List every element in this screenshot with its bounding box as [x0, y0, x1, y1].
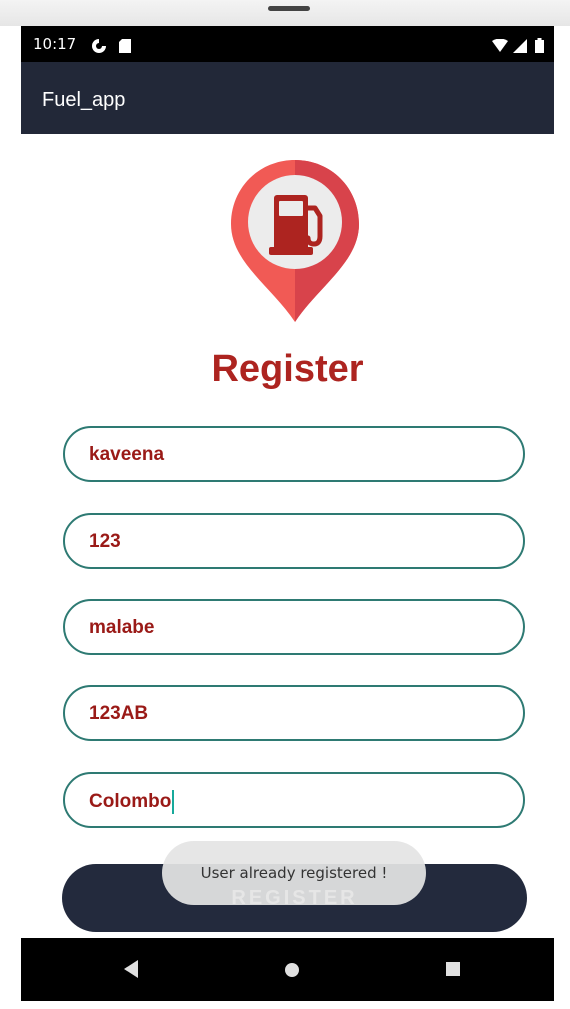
location-value: malabe — [89, 617, 155, 638]
app-bar: Fuel_app — [21, 62, 554, 134]
phone-screen: 10:17 Fuel_app Register kaveena 123 mala… — [21, 26, 554, 1001]
password-value: 123 — [89, 531, 121, 552]
status-right-icons — [492, 36, 544, 54]
city-field[interactable]: Colombo — [63, 772, 525, 828]
toast-message: User already registered ! — [162, 841, 426, 905]
location-field[interactable]: malabe — [63, 599, 525, 655]
status-time: 10:17 — [33, 35, 77, 53]
city-value: Colombo — [89, 790, 175, 814]
battery-icon — [535, 38, 544, 53]
device-notch — [268, 6, 310, 11]
city-value-text: Colombo — [89, 791, 172, 813]
password-field[interactable]: 123 — [63, 513, 525, 569]
wifi-icon — [492, 38, 509, 52]
page-title: Register — [211, 348, 364, 390]
app-title: Fuel_app — [42, 89, 126, 111]
sd-card-icon — [118, 38, 131, 53]
sync-icon — [92, 37, 107, 53]
navigation-bar — [21, 938, 554, 1001]
status-left-icons — [91, 36, 132, 54]
signal-icon — [513, 38, 528, 53]
recents-icon[interactable] — [446, 962, 460, 976]
username-field[interactable]: kaveena — [63, 426, 525, 482]
fuel-pump-location-pin-icon — [231, 160, 359, 322]
device-frame-top — [0, 0, 570, 26]
username-value: kaveena — [89, 444, 165, 465]
text-cursor — [172, 790, 175, 814]
vehicle-number-value: 123AB — [89, 703, 149, 724]
vehicle-number-field[interactable]: 123AB — [63, 685, 525, 741]
back-icon[interactable] — [124, 960, 138, 978]
home-icon[interactable] — [285, 963, 299, 977]
status-bar: 10:17 — [21, 26, 554, 62]
